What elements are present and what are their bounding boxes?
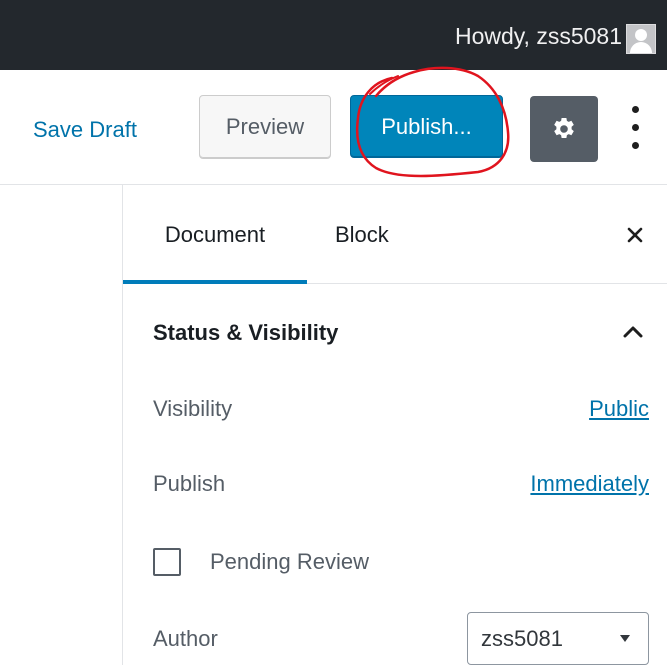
status-visibility-panel-toggle[interactable]: Status & Visibility	[123, 284, 667, 384]
publish-label: Publish	[153, 471, 226, 496]
avatar-shoulders	[630, 42, 652, 53]
close-sidebar-button[interactable]	[623, 223, 647, 247]
pending-review-label[interactable]: Pending Review	[210, 549, 369, 575]
gear-icon	[554, 118, 574, 138]
visibility-value-link[interactable]: Public	[589, 396, 649, 422]
save-draft-button[interactable]: Save Draft	[33, 116, 137, 144]
tab-block-label: Block	[335, 222, 389, 247]
avatar-head	[635, 29, 647, 41]
more-options-button[interactable]	[622, 106, 648, 150]
dropdown-arrow-icon	[620, 635, 630, 642]
settings-button[interactable]	[530, 96, 598, 162]
author-select[interactable]: zss5081	[467, 612, 649, 665]
sidebar-tabs: Document Block	[123, 185, 667, 284]
editor-header-toolbar: Save Draft Preview Publish...	[0, 70, 667, 185]
publish-button[interactable]: Publish...	[350, 95, 503, 158]
settings-sidebar: Document Block Status & Visibility Visib…	[122, 185, 667, 665]
close-icon	[627, 227, 643, 243]
chevron-up-icon	[623, 326, 643, 338]
publish-date-link[interactable]: Immediately	[530, 471, 649, 497]
howdy-greeting[interactable]: Howdy, zss5081	[455, 22, 622, 50]
admin-bar: Howdy, zss5081	[0, 0, 667, 70]
tab-document[interactable]: Document	[123, 185, 307, 284]
tab-document-label: Document	[164, 222, 266, 247]
author-label: Author	[153, 626, 218, 651]
pending-review-checkbox[interactable]	[153, 548, 181, 576]
visibility-label: Visibility	[153, 396, 233, 421]
panel-title: Status & Visibility	[153, 320, 339, 345]
author-select-value: zss5081	[481, 626, 563, 651]
tab-block[interactable]: Block	[335, 185, 389, 283]
user-avatar-icon[interactable]	[626, 24, 656, 54]
preview-button[interactable]: Preview	[199, 95, 331, 159]
